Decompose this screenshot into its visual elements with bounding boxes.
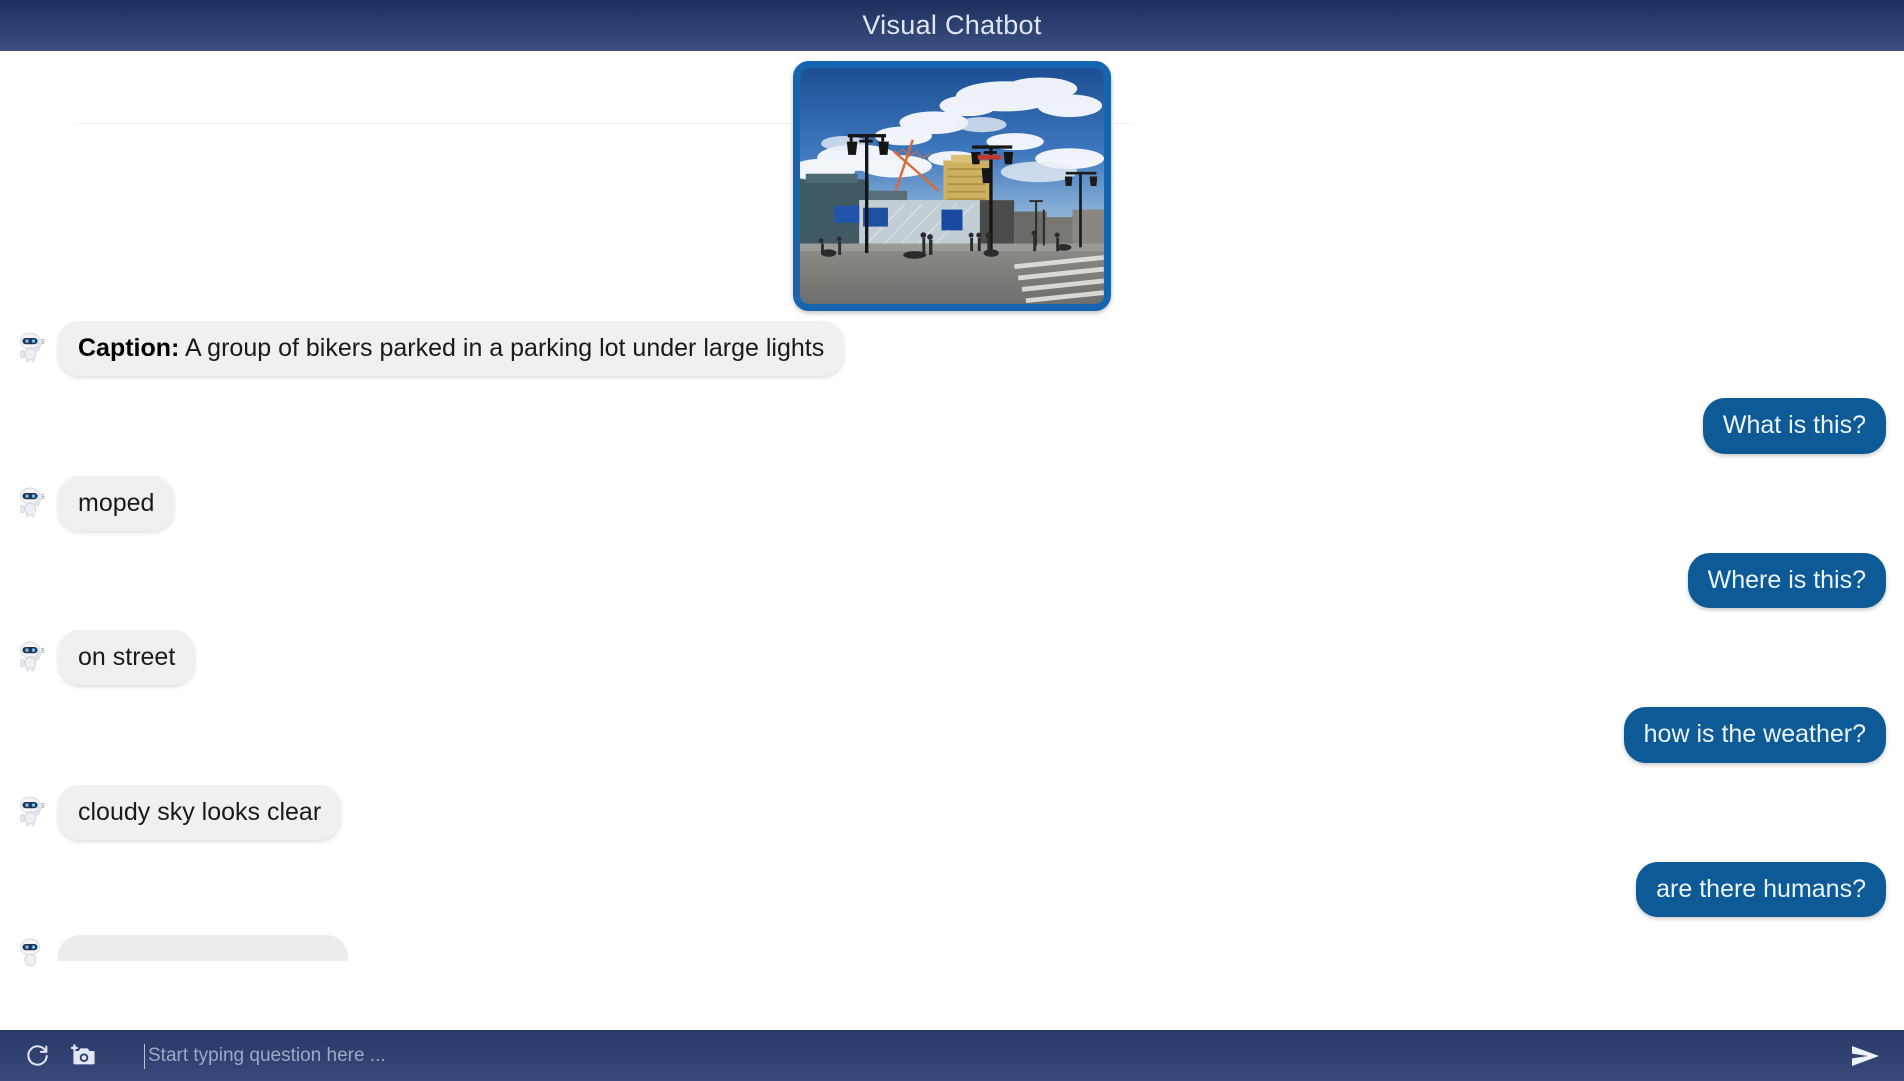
- message-row-bot-3: cloudy sky looks clear: [0, 784, 1904, 840]
- refresh-glyph: [27, 1044, 48, 1066]
- robot-avatar-glyph: [20, 332, 45, 363]
- caption-label: Caption:: [78, 334, 180, 362]
- user-message-bubble: Where is this?: [1687, 552, 1886, 608]
- camera-plus-glyph: [70, 1043, 95, 1064]
- street-scene-photo: [800, 68, 1104, 304]
- app-header: Visual Chatbot: [0, 0, 1904, 51]
- add-photo-icon[interactable]: [60, 1036, 106, 1076]
- robot-avatar-glyph: [20, 796, 45, 826]
- user-message-bubble: What is this?: [1702, 398, 1886, 454]
- robot-avatar-icon: [16, 935, 50, 971]
- user-message-bubble: are there humans?: [1636, 861, 1886, 917]
- page-title: Visual Chatbot: [862, 10, 1042, 40]
- message-row-user-2: Where is this?: [0, 552, 1904, 608]
- robot-avatar-icon: [16, 329, 50, 365]
- uploaded-image: [800, 68, 1104, 304]
- bot-message-bubble: Caption: A group of bikers parked in a p…: [58, 321, 845, 377]
- question-input[interactable]: [144, 1044, 1832, 1067]
- question-input-wrapper[interactable]: [106, 1036, 1832, 1076]
- bot-message-bubble: on street: [58, 630, 196, 686]
- visual-chatbot-app: Visual Chatbot Caption: A group of biker…: [0, 0, 1904, 1081]
- send-icon[interactable]: [1842, 1036, 1888, 1076]
- robot-avatar-icon: [16, 793, 50, 829]
- robot-avatar-glyph: [20, 938, 40, 966]
- chat-scroll-area[interactable]: Caption: A group of bikers parked in a p…: [0, 51, 1904, 1030]
- caption-text: A group of bikers parked in a parking lo…: [179, 334, 825, 362]
- message-row-caption: Caption: A group of bikers parked in a p…: [0, 321, 1904, 377]
- bot-message-bubble-clipped: [58, 935, 348, 961]
- uploaded-image-row: [0, 57, 1904, 321]
- input-toolbar: [0, 1030, 1904, 1081]
- robot-avatar-glyph: [20, 487, 45, 517]
- send-glyph: [1852, 1045, 1879, 1066]
- robot-avatar-icon: [16, 484, 50, 520]
- refresh-icon[interactable]: [14, 1036, 60, 1076]
- bot-message-bubble: cloudy sky looks clear: [58, 784, 342, 840]
- message-row-user-4: are there humans?: [0, 861, 1904, 917]
- message-row-bot-1: moped: [0, 475, 1904, 531]
- user-message-bubble: how is the weather?: [1623, 707, 1886, 763]
- uploaded-image-frame[interactable]: [793, 61, 1111, 311]
- bot-message-bubble: moped: [58, 475, 175, 531]
- message-row-user-1: What is this?: [0, 398, 1904, 454]
- robot-avatar-glyph: [20, 641, 45, 672]
- robot-avatar-icon: [16, 638, 50, 674]
- text-caret: [144, 1043, 145, 1069]
- message-row-bot-pending: [0, 935, 1904, 971]
- message-row-user-3: how is the weather?: [0, 707, 1904, 763]
- message-row-bot-2: on street: [0, 630, 1904, 686]
